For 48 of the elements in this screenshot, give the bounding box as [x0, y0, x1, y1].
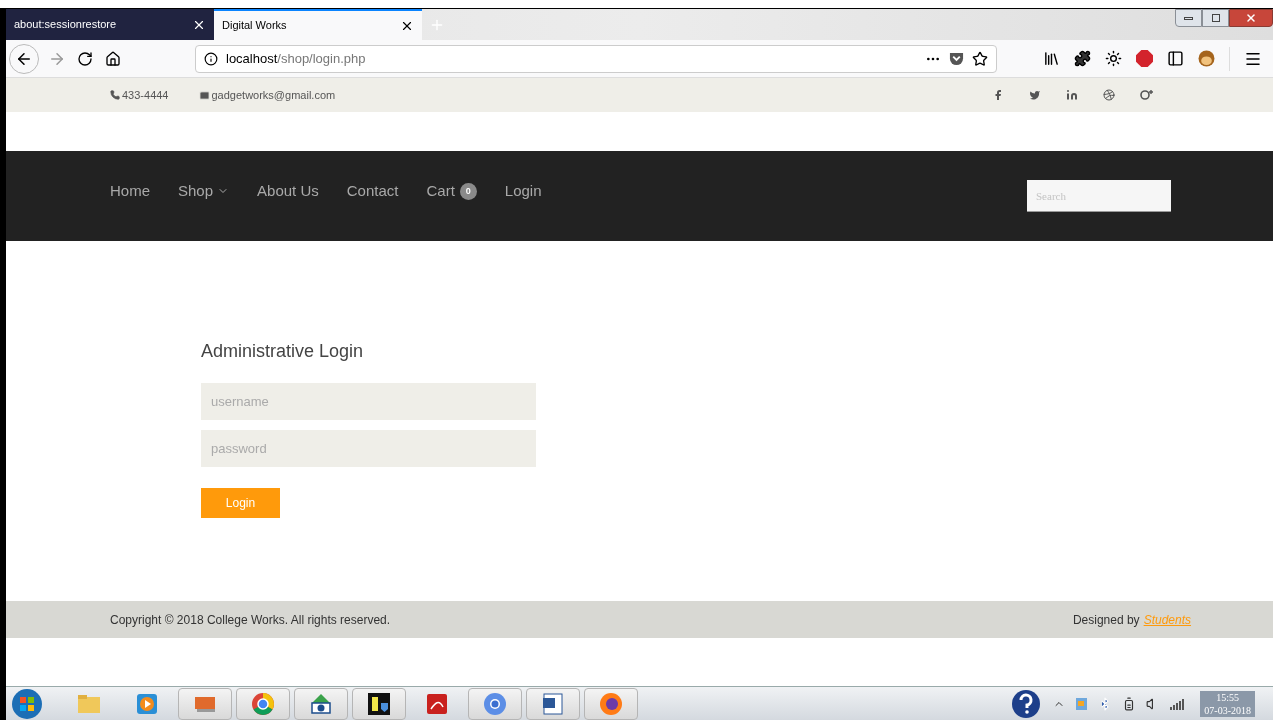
credit-text: Designed by — [1072, 611, 1140, 629]
help-icon[interactable] — [1011, 688, 1042, 719]
pocket-icon[interactable] — [949, 51, 964, 66]
signal-icon[interactable] — [1170, 697, 1185, 710]
nav-link[interactable]: Shop — [178, 180, 230, 203]
info-icon[interactable] — [204, 51, 218, 66]
cart-count: 0 — [459, 182, 477, 200]
nav-link[interactable]: Cart 0 — [426, 180, 477, 203]
screen-icon[interactable] — [178, 687, 232, 720]
phone-icon — [110, 90, 120, 100]
restore-button[interactable] — [1202, 9, 1229, 27]
browser-tab[interactable]: Digital Works — [214, 9, 422, 40]
password-field[interactable]: password — [201, 430, 536, 467]
login-title: Administrative Login — [201, 340, 365, 363]
reload-icon[interactable] — [75, 50, 95, 67]
browser-tab[interactable]: about:sessionrestore — [6, 9, 214, 40]
start-button[interactable] — [10, 687, 44, 720]
phone-number: 433-4444 — [122, 87, 169, 103]
monkey-icon[interactable] — [1198, 50, 1215, 67]
email-address: gadgetworks@gmail.com — [211, 87, 336, 103]
minimize-button[interactable] — [1175, 9, 1202, 27]
address-bar[interactable]: localhost/shop/login.php — [195, 44, 997, 73]
nav-link[interactable]: Home — [110, 180, 150, 203]
home-icon[interactable] — [103, 50, 123, 67]
nav-link[interactable]: About Us — [257, 180, 319, 203]
close-icon — [1245, 12, 1257, 24]
clock-time: 15:55 — [1216, 690, 1240, 704]
nav-link[interactable]: Contact — [346, 180, 399, 203]
minimize-icon — [1184, 16, 1193, 20]
document-icon[interactable] — [526, 687, 580, 720]
twitter-icon[interactable] — [1029, 89, 1041, 101]
copyright-text: Copyright © 2018 College Works. All rights reserved. — [110, 611, 391, 629]
dribbble-icon[interactable] — [1103, 89, 1115, 101]
stop-sign-icon[interactable] — [1136, 50, 1153, 67]
linkedin-icon[interactable] — [1066, 89, 1078, 101]
sun-icon[interactable] — [1105, 50, 1122, 67]
puzzle-icon[interactable] — [1074, 50, 1091, 67]
clock-date: 07-03-2018 — [1204, 703, 1251, 717]
nav-link[interactable]: Login — [504, 180, 542, 203]
star-icon[interactable] — [972, 50, 988, 67]
username-field[interactable]: username — [201, 383, 536, 420]
tab-title: Digital Works — [222, 18, 287, 34]
url-text: localhost/shop/login.php — [226, 49, 366, 68]
sidebar-icon[interactable] — [1167, 50, 1184, 67]
tab-title: about:sessionrestore — [14, 17, 117, 33]
library-icon[interactable] — [1043, 50, 1060, 67]
close-window-button[interactable] — [1229, 9, 1273, 27]
restore-icon — [1211, 14, 1220, 22]
